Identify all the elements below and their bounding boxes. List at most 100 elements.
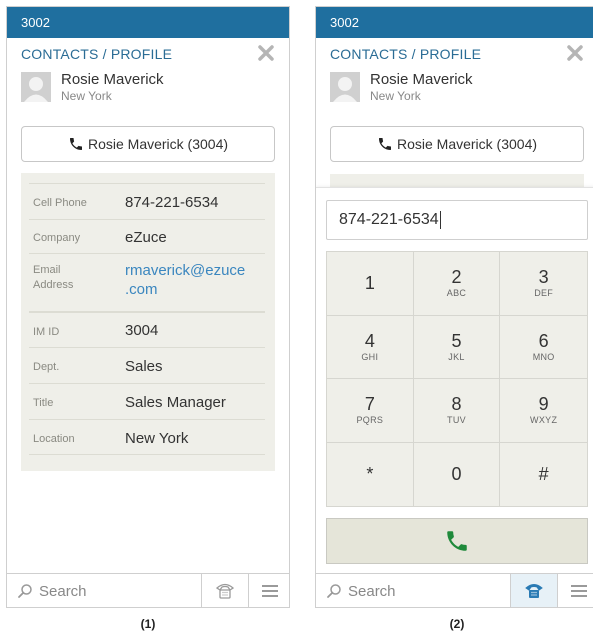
call-button-label: Rosie Maverick (3004) (87, 136, 229, 152)
search-input[interactable]: Search (39, 583, 87, 600)
detail-label: Company (33, 232, 81, 244)
key-digit: * (366, 464, 374, 485)
phone-icon (378, 138, 391, 150)
key-3[interactable]: 3 DEF (500, 252, 587, 316)
caption-panel-1: (1) (140, 617, 156, 631)
detail-row-company: Company eZuce (29, 219, 265, 253)
detail-label: IM ID (33, 326, 60, 338)
detail-row-dept: Dept. Sales (29, 347, 265, 383)
key-1[interactable]: 1 (327, 252, 414, 316)
place-call-button[interactable] (326, 518, 588, 564)
contact-city: New York (61, 89, 112, 103)
footer-bar: Search (7, 573, 289, 607)
search-input[interactable]: Search (348, 583, 396, 600)
breadcrumb[interactable]: CONTACTS / PROFILE (330, 46, 481, 62)
key-8[interactable]: 8 TUV (413, 379, 501, 443)
detail-label: Dept. (33, 361, 60, 373)
key-digit: 8 (451, 394, 462, 415)
call-button-label: Rosie Maverick (3004) (396, 136, 538, 152)
key-digit: 2 (451, 267, 462, 288)
footer-bar: Search (316, 573, 593, 607)
detail-value: Sales Manager (125, 394, 226, 411)
close-icon[interactable] (255, 42, 277, 64)
call-contact-button[interactable]: Rosie Maverick (3004) (330, 126, 584, 162)
menu-button[interactable] (248, 574, 289, 607)
key-digit: 3 (538, 267, 549, 288)
detail-value[interactable]: 874-221-6534 (125, 193, 218, 212)
search-icon (327, 584, 341, 598)
dialpad-phone-icon (525, 583, 543, 598)
menu-button[interactable] (557, 574, 593, 607)
call-contact-button[interactable]: Rosie Maverick (3004) (21, 126, 275, 162)
dialpad-button[interactable] (201, 574, 248, 607)
contact-details-peek (330, 174, 584, 188)
caption-panel-2: (2) (449, 617, 465, 631)
text-cursor (439, 210, 441, 229)
key-letters: GHI (361, 351, 379, 362)
person-avatar-icon (21, 72, 51, 102)
email-link-2[interactable]: .com (125, 280, 158, 299)
key-6[interactable]: 6 MNO (500, 316, 587, 379)
profile-dialpad-panel: 3002 CONTACTS / PROFILE Rosie Maverick N… (315, 6, 593, 608)
key-9[interactable]: 9 WXYZ (500, 379, 587, 443)
dialpad-phone-icon (215, 583, 235, 599)
detail-label-2: Address (33, 279, 74, 291)
contact-city: New York (370, 89, 421, 103)
dial-number-input[interactable]: 874-221-6534 (326, 200, 588, 240)
key-star[interactable]: * (327, 442, 414, 506)
key-letters: DEF (534, 288, 554, 299)
contact-name: Rosie Maverick (370, 71, 473, 88)
dialpad-overlay: 874-221-6534 1 2 ABC 3 DEF 4 GHI 5 JKL 6 MNO … (316, 187, 593, 575)
profile-header: CONTACTS / PROFILE (7, 38, 289, 68)
close-icon[interactable] (564, 42, 586, 64)
key-letters: PQRS (356, 415, 384, 426)
detail-row-email: Email Address rmaverick@ezuce .com (29, 253, 265, 311)
contact-details: Cell Phone 874-221-6534 Company eZuce Em… (21, 173, 275, 471)
detail-label: Cell Phone (33, 197, 87, 209)
hamburger-menu-icon (262, 584, 278, 597)
detail-value: Sales (125, 358, 163, 375)
phone-icon (69, 138, 82, 150)
key-letters: TUV (447, 415, 466, 426)
detail-row-cell-phone: Cell Phone 874-221-6534 (29, 183, 265, 219)
key-digit: 9 (538, 394, 549, 415)
key-letters: ABC (446, 288, 467, 299)
key-digit: 6 (538, 330, 549, 351)
key-7[interactable]: 7 PQRS (327, 379, 414, 443)
contact-summary: Rosie Maverick New York (316, 68, 593, 114)
key-4[interactable]: 4 GHI (327, 315, 414, 379)
dial-number-value: 874-221-6534 (339, 211, 439, 228)
topbar-title: 3002 (7, 7, 289, 38)
email-link[interactable]: rmaverick@ezuce (125, 261, 245, 280)
dialpad-keys: 1 2 ABC 3 DEF 4 GHI 5 JKL 6 MNO 7 PQRS 8 TUV 9W… (326, 251, 588, 507)
key-digit: 4 (364, 330, 375, 351)
key-digit: 1 (364, 273, 375, 294)
key-digit: # (538, 464, 549, 485)
detail-row-im-id: IM ID 3004 (29, 311, 265, 347)
key-letters: JKL (448, 351, 465, 362)
key-digit: 5 (451, 330, 462, 351)
detail-label: Location (33, 433, 75, 445)
detail-label: Title (33, 397, 54, 409)
key-letters: MNO (532, 351, 555, 362)
person-avatar-icon (330, 72, 360, 102)
key-5[interactable]: 5 JKL (413, 315, 501, 379)
search-icon (18, 584, 32, 598)
profile-panel: 3002 CONTACTS / PROFILE Rosie Maverick N… (6, 6, 290, 608)
detail-value: eZuce (125, 229, 167, 246)
profile-header: CONTACTS / PROFILE (316, 38, 593, 68)
breadcrumb[interactable]: CONTACTS / PROFILE (21, 46, 172, 62)
detail-label: Email (33, 264, 61, 276)
key-hash[interactable]: # (500, 443, 587, 507)
detail-row-location: Location New York (29, 419, 265, 455)
key-0[interactable]: 0 (414, 442, 501, 506)
topbar-title: 3002 (316, 7, 593, 38)
key-2[interactable]: 2 ABC (413, 252, 501, 316)
contact-name: Rosie Maverick (61, 71, 164, 88)
contact-summary: Rosie Maverick New York (7, 68, 289, 114)
phone-icon (447, 531, 467, 551)
dialpad-button-active[interactable] (510, 574, 557, 607)
key-digit: 7 (364, 394, 375, 415)
hamburger-menu-icon (571, 584, 587, 597)
key-digit: 0 (451, 464, 462, 485)
